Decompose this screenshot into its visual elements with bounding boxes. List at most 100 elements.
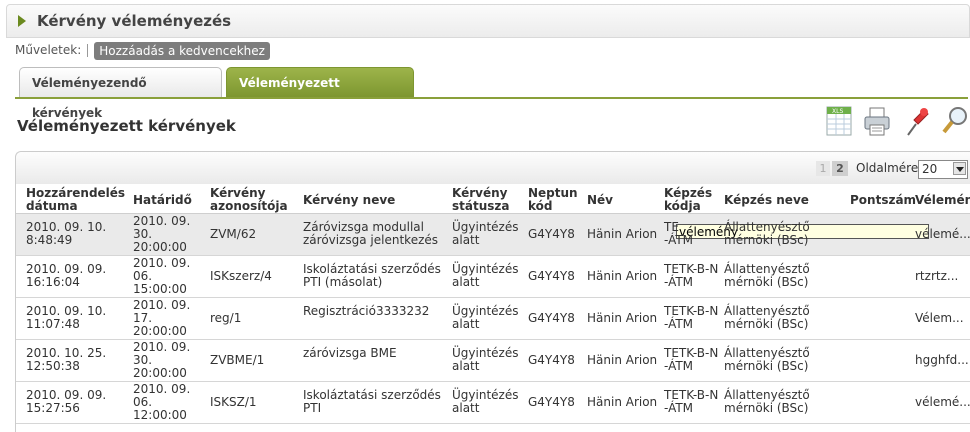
cell-line: alatt [452,401,480,415]
table-cell: 2010. 10. 25. 12:50:38 [26,347,106,373]
cell-line: G4Y4Y8 [528,311,575,325]
table-cell: 2010. 09. 09. 15:27:56 [26,389,106,415]
col-header-request-id[interactable]: Kérvény azonosítója [210,187,290,213]
page-1-button[interactable]: 1 [816,161,830,176]
add-to-favorites-button[interactable]: Hozzáadás a kedvencekhez [94,41,270,60]
cell-line: ZVBME/1 [210,353,265,367]
col-header-training-code[interactable]: Képzés kódja [664,187,714,213]
col-header-training-name[interactable]: Képzés neve [724,194,809,207]
cell-line: rtzrtz... [915,269,959,283]
table-cell: G4Y4Y8 [528,396,575,409]
print-icon[interactable] [862,104,892,138]
cell-line: Vélem... [915,311,964,325]
table-cell: reg/1 [210,312,241,325]
search-icon[interactable] [940,104,970,138]
page-size-select[interactable]: 20 [918,160,968,179]
page-2-button[interactable]: 2 [832,161,848,176]
col-header-neptun-code[interactable]: Neptun kód [528,187,578,213]
tab-to-review[interactable]: Véleményezendő kérvények [19,67,222,120]
table-cell: G4Y4Y8 [528,312,575,325]
cell-line: 12:00:00 [133,408,187,422]
cell-line: -ÁTM [664,275,694,289]
table-cell: Állattenyésztő mérnöki (BSc) [724,263,810,289]
table-cell: Hänin Arion [587,354,657,367]
cell-line: Hänin Arion [587,311,658,325]
cell-line: -ÁTM [664,359,694,373]
tab-reviewed[interactable]: Véleményezett kérvények [226,67,414,120]
cell-line: Regisztráció3333232 [303,304,430,318]
table-cell: Hänin Arion [587,312,657,325]
col-header-name[interactable]: Név [587,194,613,207]
table-cell: vélemé... [915,228,970,241]
cell-line: mérnöki (BSc) [724,359,809,373]
table-cell: vélemé... [915,396,970,409]
table-cell: Hänin Arion [587,270,657,283]
cell-line: záróvizsga BME [303,346,397,360]
cell-line: vélemé... [915,227,970,241]
svg-text:XLS: XLS [832,108,843,115]
cell-line: mérnöki (BSc) [724,275,809,289]
cell-line: -ÁTM [664,233,694,247]
table-cell: G4Y4Y8 [528,270,575,283]
table-cell: 2010. 09. 10. 8:48:49 [26,221,106,247]
col-header-score[interactable]: Pontszám [850,194,916,207]
table-cell: Záróvizsga modullal záróvizsga jelentkezé… [303,221,438,247]
cell-line: mérnöki (BSc) [724,233,809,247]
table-cell: Állattenyésztő mérnöki (BSc) [724,305,810,331]
cell-line: PTI (másolat) [303,275,383,289]
col-header-assigned-date[interactable]: Hozzárendelés dátuma [26,187,126,213]
table-cell: ZVM/62 [210,228,256,241]
col-header-request-status[interactable]: Kérvény státusza [452,187,512,213]
chevron-right-icon [18,15,26,27]
cell-line: 15:27:56 [26,401,80,415]
cell-line: G4Y4Y8 [528,395,575,409]
cell-line: ZVM/62 [210,227,257,241]
cell-line: G4Y4Y8 [528,353,575,367]
cell-line: ISKszerz/4 [210,269,272,283]
col-header-opinion[interactable]: Vélemény [915,194,970,207]
cell-line: Iskoláztatási szerződés [303,388,441,402]
xls-export-icon[interactable]: XLS [824,104,854,138]
table-cell: Hänin Arion [587,228,657,241]
operations-bar: Műveletek: Hozzáadás a kedvencekhez [15,40,270,60]
page-title: Kérvény véleményezés [37,12,232,30]
table-cell: 2010. 09. 30. 20:00:00 [133,341,190,380]
table-cell: TETK-B-N -ÁTM [664,389,718,415]
cell-line: alatt [452,359,480,373]
table-cell: Ügyintézés alatt [452,305,518,331]
table-cell: 2010. 09. 06. 15:00:00 [133,257,190,296]
table-cell: rtzrtz... [915,270,958,283]
cell-line: mérnöki (BSc) [724,401,809,415]
table-cell: G4Y4Y8 [528,354,575,367]
tab-underline [15,97,968,99]
cell-line: hgghfd... [915,353,969,367]
table-cell: Hänin Arion [587,396,657,409]
table-cell: 2010. 09. 17. 20:00:00 [133,299,190,338]
table-cell: 2010. 09. 30. 20:00:00 [133,215,190,254]
cell-line: 11:07:48 [26,317,80,331]
chevron-down-icon[interactable] [953,162,966,175]
cell-line: záróvizsga jelentkezés [303,233,439,247]
table-cell: ISKszerz/4 [210,270,272,283]
cell-line: 20:00:00 [133,240,187,254]
table-cell: ISKSZ/1 [210,396,257,409]
table-cell: Állattenyésztő mérnöki (BSc) [724,389,810,415]
table-cell: hgghfd... [915,354,969,367]
cell-line: 16:16:04 [26,275,80,289]
table-cell: Iskoláztatási szerződés PTI (másolat) [303,263,441,289]
col-header-request-name[interactable]: Kérvény neve [303,194,395,207]
cell-line: reg/1 [210,311,242,325]
table-cell: Ügyintézés alatt [452,347,518,373]
cell-line: -ÁTM [664,317,694,331]
table-cell: Iskoláztatási szerződés PTI [303,389,441,415]
operations-label: Műveletek: [15,43,82,57]
table-cell: Állattenyésztő mérnöki (BSc) [724,221,810,247]
col-header-deadline[interactable]: Határidő [133,194,192,207]
table-cell: Ügyintézés alatt [452,263,518,289]
table-cell: Állattenyésztő mérnöki (BSc) [724,347,810,373]
cell-line: Hänin Arion [587,269,658,283]
table-cell: 2010. 09. 06. 12:00:00 [133,383,190,422]
pin-icon[interactable] [902,104,932,138]
table-cell: TETK-B-N -ÁTM [664,305,718,331]
cell-line: 8:48:49 [26,233,73,247]
